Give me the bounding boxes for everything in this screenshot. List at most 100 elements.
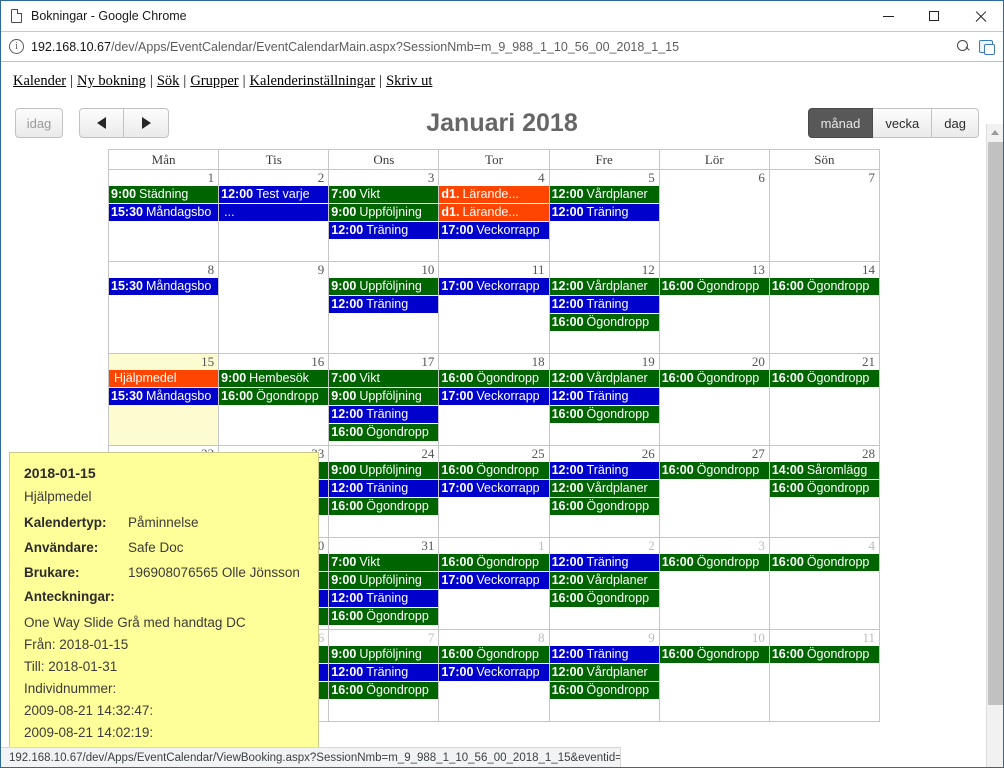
- day-cell-3[interactable]: 3 16:00 Ögondropp: [659, 538, 770, 630]
- calendar-event[interactable]: 16:00Ögondropp: [549, 590, 659, 607]
- calendar-event[interactable]: 12:00Träning: [329, 590, 439, 607]
- calendar-event[interactable]: 9:00 Hembesök: [219, 370, 329, 387]
- calendar-event[interactable]: 16:00Ögondropp: [549, 682, 659, 699]
- calendar-event[interactable]: 9:00Uppföljning: [329, 204, 439, 221]
- calendar-event[interactable]: 16:00Ögondropp: [769, 278, 879, 295]
- day-cell-17[interactable]: 17 7:00 Vikt 9:00 Uppföljning 12:00 Träning 16:…: [329, 354, 440, 446]
- calendar-event[interactable]: 12:00Träning: [329, 296, 439, 313]
- calendar-event[interactable]: 12:00Träning: [329, 406, 439, 423]
- calendar-event[interactable]: 12:00 Vårdplaner: [549, 572, 659, 589]
- view-button-dag[interactable]: dag: [932, 108, 979, 138]
- calendar-event[interactable]: 17:00 Veckorrapp: [439, 572, 549, 589]
- day-cell-2[interactable]: 2 12:00 Test varje...: [219, 170, 330, 262]
- view-button-manad[interactable]: månad: [807, 108, 874, 138]
- close-button[interactable]: [957, 1, 1003, 32]
- day-cell-26[interactable]: 26 12:00 Träning 12:00 Vårdplaner 16:00 Ögondr…: [549, 446, 660, 538]
- day-cell-10[interactable]: 10 16:00 Ögondropp: [659, 630, 770, 722]
- calendar-event[interactable]: 12:00Träning: [549, 554, 659, 571]
- calendar-event[interactable]: 12:00 Vårdplaner: [549, 186, 659, 203]
- day-cell-31[interactable]: 31 7:00 Vikt 9:00 Uppföljning 12:00 Träning 16:…: [329, 538, 440, 630]
- day-cell-25[interactable]: 25 16:00 Ögondropp 17:00 Veckorrapp: [439, 446, 550, 538]
- day-cell-13[interactable]: 13 16:00 Ögondropp: [659, 262, 770, 354]
- day-cell-6[interactable]: 6: [659, 170, 770, 262]
- calendar-event[interactable]: 16:00Ögondropp: [659, 462, 769, 479]
- calendar-event[interactable]: 9:00Uppföljning: [329, 388, 439, 405]
- info-icon[interactable]: i: [9, 39, 24, 54]
- calendar-event[interactable]: 17:00 Veckorrapp: [439, 222, 549, 239]
- calendar-event[interactable]: 16:00Ögondropp: [329, 682, 439, 699]
- calendar-event[interactable]: 12:00Träning: [549, 462, 659, 479]
- calendar-event[interactable]: 16:00Ögondropp: [659, 370, 769, 387]
- calendar-event[interactable]: 12:00Träning: [329, 480, 439, 497]
- day-cell-7[interactable]: 7: [769, 170, 880, 262]
- day-cell-21[interactable]: 21 16:00 Ögondropp: [769, 354, 880, 446]
- calendar-event[interactable]: 17:00 Veckorrapp: [439, 388, 549, 405]
- calendar-event[interactable]: 15:30Måndagsbo: [109, 388, 219, 405]
- calendar-event[interactable]: 16:00Ögondropp: [329, 608, 439, 625]
- calendar-event[interactable]: 17:00 Veckorrapp: [439, 480, 549, 497]
- day-cell-5[interactable]: 5 12:00 Vårdplaner 12:00 Träning: [549, 170, 660, 262]
- zoom-icon[interactable]: [957, 40, 970, 53]
- calendar-event[interactable]: 12:00Träning: [549, 388, 659, 405]
- calendar-event[interactable]: 7:00Vikt: [329, 186, 439, 203]
- calendar-event[interactable]: ...: [219, 204, 329, 221]
- nav-link-kalender[interactable]: Kalender: [13, 73, 66, 89]
- day-cell-8[interactable]: 8 16:00 Ögondropp 17:00 Veckorrapp: [439, 630, 550, 722]
- calendar-event[interactable]: 17:00 Veckorrapp: [439, 664, 549, 681]
- nav-link-grupper[interactable]: Grupper: [190, 73, 238, 89]
- calendar-event[interactable]: 16:00Ögondropp: [769, 646, 879, 663]
- next-month-button[interactable]: [124, 108, 169, 138]
- calendar-event[interactable]: 16:00Ögondropp: [329, 424, 439, 441]
- day-cell-4[interactable]: 4 16:00 Ögondropp: [769, 538, 880, 630]
- minimize-button[interactable]: [865, 1, 911, 32]
- calendar-event[interactable]: 9:00Uppföljning: [329, 646, 439, 663]
- calendar-event[interactable]: 9:00Uppföljning: [329, 572, 439, 589]
- calendar-event[interactable]: 7:00Vikt: [329, 554, 439, 571]
- calendar-event[interactable]: 16:00Ögondropp: [219, 388, 329, 405]
- calendar-event[interactable]: 16:00Ögondropp: [769, 480, 879, 497]
- calendar-event[interactable]: 12:00 Vårdplaner: [549, 664, 659, 681]
- day-cell-28[interactable]: 28 14:00 Såromlägg 16:00 Ögondropp: [769, 446, 880, 538]
- day-cell-16[interactable]: 16 9:00 Hembesök 16:00 Ögondropp: [219, 354, 330, 446]
- day-cell-10[interactable]: 10 9:00 Uppföljning 12:00 Träning: [329, 262, 440, 354]
- day-cell-11[interactable]: 11 17:00 Veckorrapp: [439, 262, 550, 354]
- calendar-event[interactable]: d1. Lärande...: [439, 204, 549, 221]
- day-cell-12[interactable]: 12 12:00 Vårdplaner 12:00 Träning 16:00 Ögondr…: [549, 262, 660, 354]
- page-scrollbar[interactable]: [986, 124, 1003, 767]
- calendar-event[interactable]: 12:00 Vårdplaner: [549, 370, 659, 387]
- day-cell-20[interactable]: 20 16:00 Ögondropp: [659, 354, 770, 446]
- nav-link-kalenderinstallningar[interactable]: Kalenderinställningar: [250, 73, 376, 89]
- day-cell-2[interactable]: 2 12:00 Träning 12:00 Vårdplaner 16:00 Ögondro…: [549, 538, 660, 630]
- day-cell-9[interactable]: 9: [219, 262, 330, 354]
- today-button[interactable]: idag: [15, 108, 63, 138]
- day-cell-27[interactable]: 27 16:00 Ögondropp: [659, 446, 770, 538]
- scroll-up-button[interactable]: [987, 124, 1003, 141]
- calendar-event[interactable]: 16:00Ögondropp: [769, 554, 879, 571]
- calendar-event[interactable]: 16:00Ögondropp: [659, 278, 769, 295]
- day-cell-4[interactable]: 4 d1. Lärande... d1. Lärande... 17:00 Veckorra…: [439, 170, 550, 262]
- day-cell-9[interactable]: 9 12:00 Träning 12:00 Vårdplaner 16:00 Ögondro…: [549, 630, 660, 722]
- day-cell-19[interactable]: 19 12:00 Vårdplaner 12:00 Träning 16:00 Ögondr…: [549, 354, 660, 446]
- day-cell-3[interactable]: 3 7:00 Vikt 9:00 Uppföljning 12:00 Träning: [329, 170, 440, 262]
- calendar-event[interactable]: 16:00Ögondropp: [769, 370, 879, 387]
- calendar-event[interactable]: d1. Lärande...: [439, 186, 549, 203]
- calendar-event[interactable]: 16:00Ögondropp: [439, 462, 549, 479]
- calendar-event[interactable]: 12:00 Vårdplaner: [549, 480, 659, 497]
- calendar-event[interactable]: 14:00 Såromlägg: [769, 462, 879, 479]
- nav-link-ny-bokning[interactable]: Ny bokning: [77, 73, 146, 89]
- calendar-event[interactable]: 12:00 Test varje: [219, 186, 329, 203]
- calendar-event[interactable]: 16:00Ögondropp: [549, 314, 659, 331]
- view-button-vecka[interactable]: vecka: [873, 108, 933, 138]
- url-text[interactable]: 192.168.10.67/dev/Apps/EventCalendar/Eve…: [31, 40, 957, 54]
- calendar-event[interactable]: 16:00Ögondropp: [659, 554, 769, 571]
- calendar-event[interactable]: 9:00 Städning: [109, 186, 219, 203]
- calendar-event[interactable]: 9:00Uppföljning: [329, 278, 439, 295]
- day-cell-1[interactable]: 1 9:00 Städning 15:30 Måndagsbo: [109, 170, 220, 262]
- translate-icon[interactable]: [979, 40, 995, 55]
- calendar-event[interactable]: 7:00Vikt: [329, 370, 439, 387]
- scrollbar-thumb[interactable]: [988, 142, 1003, 705]
- day-cell-11[interactable]: 11 16:00 Ögondropp: [769, 630, 880, 722]
- day-cell-18[interactable]: 18 16:00 Ögondropp 17:00 Veckorrapp: [439, 354, 550, 446]
- calendar-event[interactable]: 12:00Träning: [549, 646, 659, 663]
- calendar-event[interactable]: 16:00Ögondropp: [329, 498, 439, 515]
